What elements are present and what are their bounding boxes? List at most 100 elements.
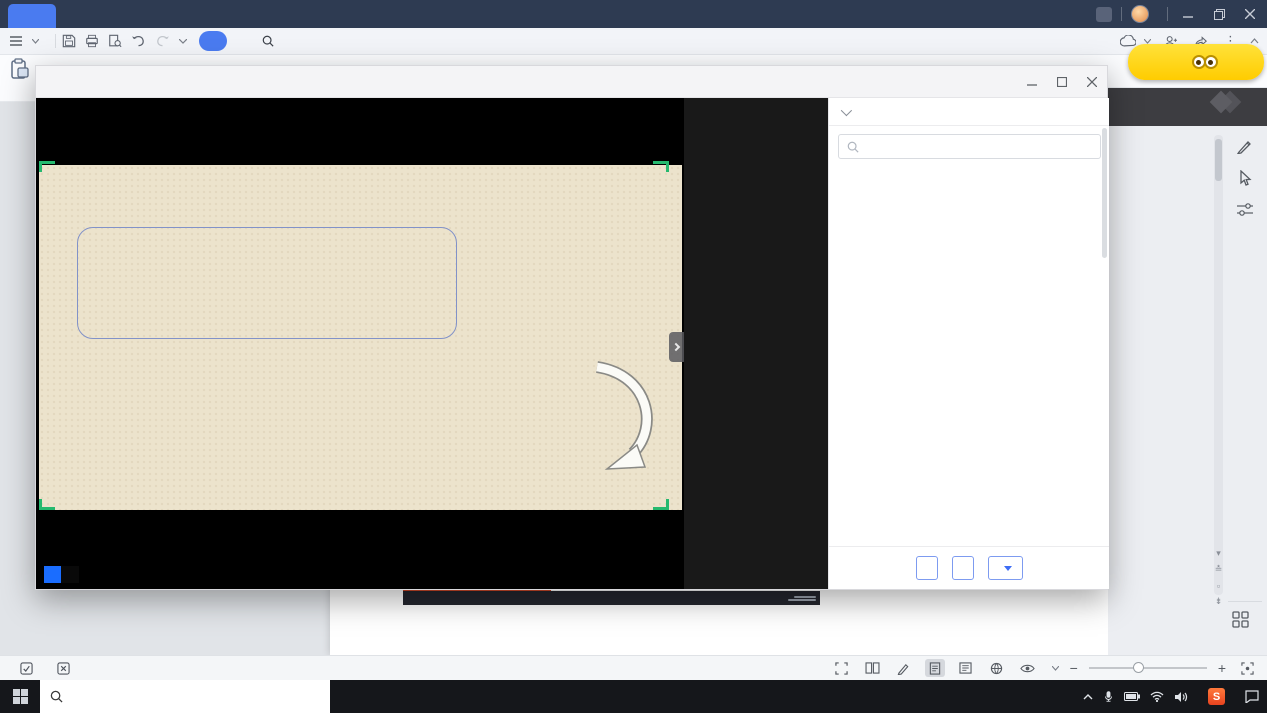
chevron-down-icon: [32, 39, 39, 44]
zoom-out-button[interactable]: −: [1070, 660, 1078, 676]
taskbar-search-input[interactable]: [71, 690, 301, 704]
zoom-in-button[interactable]: +: [1218, 660, 1226, 676]
search-icon: [847, 141, 859, 153]
undo-icon[interactable]: [131, 35, 146, 47]
wps-right-panel: ▾ ≛ ▫ ⇟: [1108, 55, 1267, 655]
tab-home[interactable]: [8, 4, 56, 28]
video-panel-expander[interactable]: [669, 332, 684, 362]
web-layout-icon[interactable]: [987, 659, 1007, 677]
windows-taskbar: S: [0, 680, 1267, 713]
collapse-ribbon-icon[interactable]: [1250, 38, 1259, 44]
share-region-corner: [653, 161, 669, 172]
settings-sliders-icon[interactable]: [1234, 199, 1256, 221]
video-thumbnail-strip: [684, 98, 828, 589]
fit-page-icon[interactable]: [1237, 659, 1257, 677]
select-browse-object-icon[interactable]: ▫: [1212, 579, 1225, 592]
unmute-all-button[interactable]: [952, 556, 974, 580]
meeting-title-bar[interactable]: [36, 66, 1107, 98]
caret-down-icon: [1004, 566, 1012, 571]
battery-icon[interactable]: [1124, 692, 1140, 701]
presentation-slide: [39, 165, 682, 510]
share-region-corner: [39, 161, 55, 172]
more-button[interactable]: [988, 556, 1023, 580]
wifi-icon[interactable]: [1150, 691, 1164, 702]
doc-proof-icon: [57, 662, 70, 675]
speaking-now-bar: [1108, 88, 1267, 126]
fullscreen-icon[interactable]: [832, 659, 852, 677]
print-preview-icon[interactable]: [108, 34, 122, 48]
outline-view-icon[interactable]: [956, 659, 976, 677]
account-avatar[interactable]: [1131, 5, 1149, 23]
meeting-minimize-button[interactable]: [1017, 66, 1047, 97]
member-panel: [828, 98, 1109, 589]
wps-ribbon: ⋮: [0, 28, 1267, 55]
page-view-icon[interactable]: [925, 659, 945, 677]
workspace-grid-icon[interactable]: [1232, 611, 1249, 628]
slide-text-box: [77, 227, 457, 339]
save-icon[interactable]: [62, 34, 76, 48]
member-panel-footer: [829, 546, 1109, 589]
wps-status-bar: − +: [0, 655, 1267, 680]
minion-goggles-icon: [1192, 55, 1218, 69]
previous-page-icon[interactable]: ≛: [1212, 563, 1225, 576]
sogou-ime-popup[interactable]: [1128, 44, 1264, 80]
embedded-screenshot-taskbar: [403, 591, 820, 605]
member-list-scrollbar[interactable]: [1102, 128, 1107, 258]
member-panel-header: [829, 98, 1109, 126]
wps-close-button[interactable]: [1239, 5, 1261, 23]
curved-arrow-icon: [591, 361, 671, 479]
chevron-down-icon: [1052, 666, 1059, 671]
print-icon[interactable]: [85, 34, 99, 48]
volume-icon[interactable]: [1174, 691, 1188, 703]
mute-all-button[interactable]: [916, 556, 938, 580]
divider: [1228, 601, 1262, 602]
ink-pen-tool-icon[interactable]: [1234, 135, 1256, 157]
tabbar-right-cluster: [1096, 0, 1267, 28]
meeting-logo-watermark: [1213, 94, 1239, 120]
microphone-tray-icon[interactable]: [1103, 690, 1114, 704]
wps-restore-button[interactable]: [1208, 5, 1230, 23]
paste-button[interactable]: [5, 58, 35, 100]
member-search-box[interactable]: [838, 134, 1101, 159]
next-page-icon[interactable]: ⇟: [1212, 595, 1225, 608]
redo-icon[interactable]: [155, 35, 170, 47]
file-menu[interactable]: [0, 36, 49, 46]
zoom-level[interactable]: [1049, 666, 1059, 671]
doc-proof-button[interactable]: [47, 662, 84, 675]
wps-tab-bar: [0, 0, 1267, 28]
find-button[interactable]: [262, 35, 278, 47]
two-page-view-icon[interactable]: [863, 659, 883, 677]
meeting-maximize-button[interactable]: [1047, 66, 1077, 97]
more-commands-icon[interactable]: [179, 39, 187, 44]
windows-logo-icon: [13, 689, 28, 704]
divider: [1121, 7, 1122, 21]
tray-expand-icon[interactable]: [1083, 694, 1093, 700]
wps-minimize-button[interactable]: [1177, 5, 1199, 23]
new-tab-button[interactable]: [72, 4, 84, 28]
tencent-meeting-window: [35, 65, 1108, 590]
share-region-corner: [39, 499, 55, 510]
sogou-tray-icon[interactable]: S: [1208, 688, 1225, 705]
search-icon: [50, 690, 63, 703]
zoom-slider[interactable]: [1089, 667, 1207, 669]
tab-start[interactable]: [199, 31, 227, 51]
scroll-down-icon[interactable]: ▾: [1212, 547, 1225, 560]
meeting-close-button[interactable]: [1077, 66, 1107, 97]
divider: [55, 34, 56, 48]
cursor-tool-icon[interactable]: [1234, 167, 1256, 189]
eye-protect-icon[interactable]: [1018, 659, 1038, 677]
zoom-slider-knob[interactable]: [1133, 662, 1144, 673]
clipboard-icon: [10, 58, 30, 80]
start-button[interactable]: [0, 680, 40, 713]
document-scrollbar[interactable]: [1214, 135, 1223, 595]
member-search-input[interactable]: [865, 140, 1075, 154]
spellcheck-icon: [20, 662, 33, 675]
spell-check-button[interactable]: [10, 662, 47, 675]
system-tray: S: [1083, 680, 1267, 713]
shared-screen-area: [36, 98, 684, 589]
action-center-icon[interactable]: [1245, 690, 1259, 703]
collapse-panel-icon[interactable]: [841, 104, 852, 115]
taskbar-search[interactable]: [40, 680, 330, 713]
ink-mode-icon[interactable]: [894, 659, 914, 677]
message-count-badge[interactable]: [1096, 7, 1112, 22]
